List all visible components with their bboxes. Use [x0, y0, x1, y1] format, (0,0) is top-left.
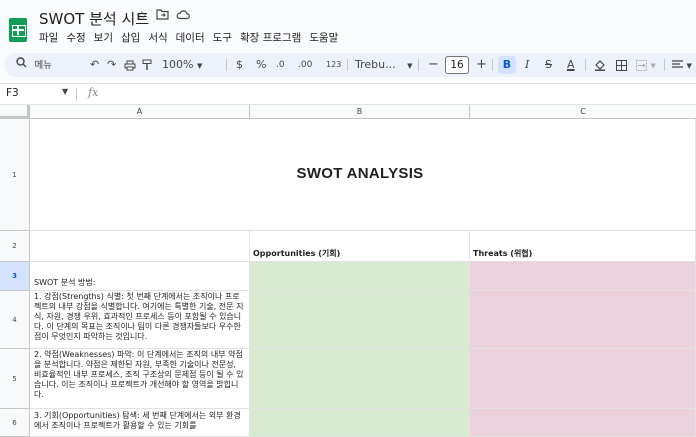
search-menu-label: 메뉴	[34, 60, 52, 71]
menu-help[interactable]: 도움말	[309, 30, 338, 46]
star-icon[interactable]: ☆	[136, 9, 148, 24]
row-header-6[interactable]: 6	[0, 409, 30, 437]
name-box[interactable]: F3	[6, 87, 19, 99]
redo-icon[interactable]: ↷	[107, 53, 116, 77]
cell-a4[interactable]: 1. 강점(Strengths) 식별: 첫 번째 단계에서는 조직이나 프로젝…	[30, 291, 250, 349]
cell-b3[interactable]	[250, 262, 470, 291]
cell-c6[interactable]	[470, 409, 696, 437]
font-value: Trebu...	[355, 58, 396, 71]
menu-file[interactable]: 파일	[39, 30, 58, 46]
cell-c2[interactable]: Threats (위협)	[470, 231, 696, 262]
menu-insert[interactable]: 삽입	[121, 30, 140, 46]
move-to-folder-icon[interactable]	[156, 9, 169, 24]
percent-format-button[interactable]: %	[256, 53, 266, 77]
increase-decimal-button[interactable]: .00	[298, 53, 312, 77]
toolbar: 메뉴 ↶ ↷ 100% ▼ $ % .0 .00 123 Trebu... ▼ …	[4, 53, 696, 77]
divider	[226, 59, 227, 71]
chevron-down-icon: ▼	[407, 62, 413, 70]
function-icon: fx	[88, 86, 99, 99]
column-header-c[interactable]: C	[470, 105, 696, 119]
chevron-down-icon: ▼	[196, 62, 203, 70]
chevron-down-icon[interactable]: ▼	[62, 87, 68, 96]
sheet-grid: A B C 1 2 3 4 5 6 SWOT ANALYSIS Opportun…	[0, 105, 696, 437]
search-icon	[16, 53, 27, 77]
row-header-5[interactable]: 5	[0, 349, 30, 409]
italic-button[interactable]: I	[525, 53, 529, 77]
text-color-button[interactable]: A	[567, 53, 575, 77]
chevron-down-icon: ▼	[686, 62, 692, 70]
menu-edit[interactable]: 수정	[66, 30, 85, 46]
merge-cells-icon[interactable]: ▼	[636, 53, 656, 77]
swot-method-label: SWOT 분석 방법:	[34, 278, 96, 287]
divider	[664, 59, 665, 71]
divider	[585, 59, 586, 71]
cell-c3[interactable]	[470, 262, 696, 291]
formula-bar: F3 ▼ fx	[0, 83, 696, 105]
increase-font-size-button[interactable]: +	[476, 53, 487, 77]
document-title[interactable]: SWOT 분석 시트	[39, 8, 149, 29]
divider	[76, 88, 77, 101]
number-format-button[interactable]: 123	[326, 53, 341, 77]
align-icon[interactable]: ▼	[672, 53, 692, 77]
zoom-value: 100%	[162, 58, 194, 71]
paint-format-icon[interactable]	[142, 53, 152, 77]
decrease-decimal-button[interactable]: .0	[276, 53, 285, 77]
cell-a3[interactable]: SWOT 분석 방법:	[30, 262, 250, 291]
sheets-logo-icon[interactable]	[9, 18, 27, 42]
row-header-1[interactable]: 1	[0, 119, 30, 231]
borders-icon[interactable]	[616, 53, 627, 77]
fill-color-icon[interactable]	[594, 53, 606, 77]
cell-b4[interactable]	[250, 291, 470, 349]
menu-bar: 파일 수정 보기 삽입 서식 데이터 도구 확장 프로그램 도움말	[39, 30, 338, 46]
decrease-font-size-button[interactable]: −	[428, 53, 439, 77]
cell-a5[interactable]: 2. 약점(Weaknesses) 파악: 이 단계에서는 조직의 내부 약점을…	[30, 349, 250, 409]
print-icon[interactable]	[124, 53, 136, 77]
weaknesses-description: 2. 약점(Weaknesses) 파악: 이 단계에서는 조직의 내부 약점을…	[34, 350, 244, 399]
cell-c4[interactable]	[470, 291, 696, 349]
zoom-select[interactable]: 100% ▼	[162, 53, 202, 77]
opportunities-header: Opportunities (기회)	[253, 249, 341, 258]
row-header-2[interactable]: 2	[0, 231, 30, 262]
strengths-description: 1. 강점(Strengths) 식별: 첫 번째 단계에서는 조직이나 프로젝…	[34, 292, 244, 341]
undo-icon[interactable]: ↶	[90, 53, 99, 77]
cell-a2[interactable]	[30, 231, 250, 262]
column-header-a[interactable]: A	[30, 105, 250, 119]
title-bar: SWOT 분석 시트 ☆ 파일 수정 보기 삽입 서식 데이터 도구 확장 프로…	[0, 0, 696, 50]
font-select[interactable]: Trebu... ▼	[355, 53, 413, 77]
cell-b5[interactable]	[250, 349, 470, 409]
search-menu-button[interactable]: 메뉴	[16, 53, 52, 77]
cloud-status-icon[interactable]	[176, 9, 190, 24]
swot-title: SWOT ANALYSIS	[296, 165, 424, 182]
menu-extensions[interactable]: 확장 프로그램	[240, 30, 301, 46]
divider	[492, 59, 493, 71]
divider	[347, 59, 348, 71]
divider	[418, 59, 419, 71]
column-header-b[interactable]: B	[250, 105, 470, 119]
cell-a6[interactable]: 3. 기회(Opportunities) 탐색: 세 번째 단계에서는 외부 환…	[30, 409, 250, 437]
font-size-input[interactable]: 16	[445, 56, 469, 74]
menu-data[interactable]: 데이터	[176, 30, 205, 46]
cell-b2[interactable]: Opportunities (기회)	[250, 231, 470, 262]
strikethrough-button[interactable]: S	[545, 53, 552, 77]
cell-c5[interactable]	[470, 349, 696, 409]
row-header-4[interactable]: 4	[0, 291, 30, 349]
threats-header: Threats (위협)	[473, 249, 533, 258]
menu-view[interactable]: 보기	[94, 30, 113, 46]
row-header-3[interactable]: 3	[0, 262, 30, 291]
opportunities-description: 3. 기회(Opportunities) 탐색: 세 번째 단계에서는 외부 환…	[34, 411, 241, 430]
currency-format-button[interactable]: $	[236, 53, 243, 77]
cell-b6[interactable]	[250, 409, 470, 437]
chevron-down-icon: ▼	[650, 62, 656, 70]
menu-format[interactable]: 서식	[148, 30, 167, 46]
select-all-corner[interactable]	[0, 105, 30, 119]
bold-button[interactable]: B	[498, 56, 516, 74]
menu-tools[interactable]: 도구	[213, 30, 232, 46]
